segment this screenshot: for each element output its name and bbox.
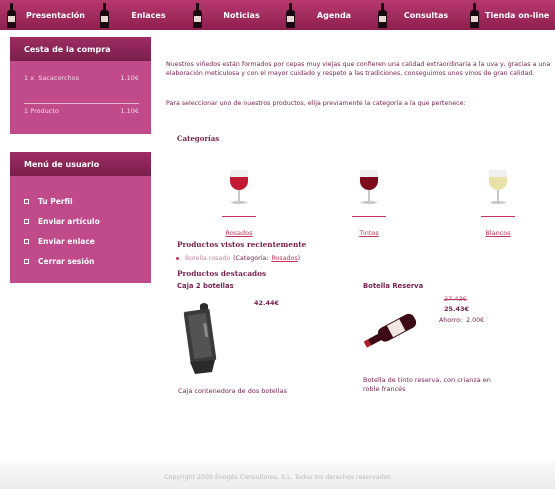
- product-title[interactable]: Caja 2 botellas: [177, 282, 234, 290]
- recent-category-label: (Categoría:: [233, 255, 269, 262]
- wine-box-image[interactable]: [178, 302, 230, 376]
- recent-product-link[interactable]: Botella rosado: [185, 255, 230, 262]
- nav-item-enlaces[interactable]: Enlaces: [93, 0, 186, 30]
- nav-item-noticias[interactable]: Noticias: [186, 0, 279, 30]
- recent-category-link[interactable]: Rosados: [271, 255, 297, 262]
- category-link-blancos[interactable]: Blancos: [481, 229, 515, 237]
- product-savings: Ahorro: 2.00€: [439, 317, 484, 324]
- cart-summary-price: 1.10€: [120, 107, 139, 115]
- page: Presentación Enlaces Noticias Agenda Con…: [0, 0, 555, 489]
- cart-item-price: 1.10€: [120, 74, 139, 82]
- cart-item-qty: 1 x: [24, 74, 35, 82]
- divider: [481, 216, 515, 217]
- cart-item-name: 1 x Sacacorchos: [24, 74, 79, 82]
- nav-label: Noticias: [223, 10, 260, 20]
- product-title[interactable]: Botella Reserva: [363, 282, 423, 290]
- user-menu-label: Enviar artículo: [38, 216, 100, 226]
- footer-copyright: Copyright 2009 Enogés Consultores, S.L. …: [164, 474, 391, 481]
- wine-bottle-image[interactable]: [362, 312, 422, 350]
- user-menu-item-enviar-articulo[interactable]: Enviar artículo: [24, 211, 100, 231]
- user-menu-list: Tu Perfil Enviar artículo Enviar enlace …: [24, 191, 100, 271]
- wine-bottle-icon: [470, 3, 480, 28]
- nav-item-presentacion[interactable]: Presentación: [0, 0, 93, 30]
- cart-title: Cesta de la compra: [10, 37, 151, 61]
- product-description: Botella de tinto reserva, con crianza en…: [363, 376, 491, 393]
- recent-category-close: ): [297, 255, 301, 262]
- nav-item-tienda-online[interactable]: Tienda on-line: [463, 0, 555, 30]
- recent-products-title: Productos vistos recientemente: [177, 240, 307, 249]
- cart-summary-label: 1 Producto: [24, 107, 59, 115]
- nav-item-agenda[interactable]: Agenda: [279, 0, 371, 30]
- user-menu-item-cerrar-sesion[interactable]: Cerrar sesión: [24, 251, 100, 271]
- nav-label: Tienda on-line: [485, 10, 550, 20]
- product-price: 25.43€: [444, 305, 470, 313]
- user-menu-label: Enviar enlace: [38, 236, 95, 246]
- user-menu-item-perfil[interactable]: Tu Perfil: [24, 191, 100, 211]
- wine-glass-rosados-icon[interactable]: [227, 170, 251, 212]
- user-menu-title: Menú de usuario: [10, 152, 151, 176]
- featured-products-title: Productos destacados: [177, 269, 267, 278]
- category-link-tintos[interactable]: Tintos: [352, 229, 386, 237]
- wine-glass-blancos-icon[interactable]: [486, 170, 510, 212]
- bullet-square-icon: [24, 238, 29, 244]
- nav-label: Agenda: [316, 10, 352, 20]
- wine-fill: [360, 177, 378, 190]
- nav-label: Consultas: [403, 10, 449, 20]
- product-description: Caja contenedora de dos botellas: [178, 387, 287, 395]
- bullet-square-icon: [24, 218, 29, 224]
- wine-glass-tintos-icon[interactable]: [357, 170, 381, 212]
- product-price: 42.44€: [254, 299, 280, 307]
- nav-label: Presentación: [25, 10, 85, 20]
- savings-label: Ahorro:: [439, 317, 463, 324]
- bullet-square-icon: [24, 258, 29, 264]
- user-menu-box: Menú de usuario Tu Perfil Enviar artícul…: [10, 152, 151, 283]
- wine-bottle-icon: [100, 3, 110, 28]
- user-menu-label: Cerrar sesión: [38, 256, 95, 266]
- wine-bottle-icon: [378, 3, 388, 28]
- savings-value: 2.00€: [466, 317, 485, 324]
- nav-label: Enlaces: [131, 10, 166, 20]
- wine-fill: [489, 177, 507, 190]
- recent-product-item: Botella rosado (Categoría: Rosados ): [176, 255, 300, 262]
- wine-bottle-icon: [193, 3, 203, 28]
- divider: [222, 216, 256, 217]
- cart-item-row[interactable]: 1 x Sacacorchos 1.10€: [24, 74, 139, 82]
- intro-text: Nuestros viñedos están formados por cepa…: [166, 61, 551, 77]
- user-menu-item-enviar-enlace[interactable]: Enviar enlace: [24, 231, 100, 251]
- bullet-icon: [176, 257, 179, 260]
- user-menu-label: Tu Perfil: [38, 196, 73, 206]
- cart-summary-row[interactable]: 1 Producto 1.10€: [24, 107, 139, 115]
- bullet-square-icon: [24, 198, 29, 204]
- wine-bottle-icon: [7, 3, 17, 28]
- cart-item-label: Sacacorchos: [38, 74, 80, 82]
- nav-item-consultas[interactable]: Consultas: [371, 0, 463, 30]
- cart-divider: [24, 103, 139, 104]
- main-nav: Presentación Enlaces Noticias Agenda Con…: [0, 0, 555, 30]
- category-link-rosados[interactable]: Rosados: [222, 229, 256, 237]
- wine-fill: [230, 177, 248, 190]
- product-old-price: 27.43€: [444, 295, 467, 303]
- wine-bottle-icon: [286, 3, 296, 28]
- categories-title: Categorías: [177, 134, 220, 143]
- select-category-text: Para seleccionar uno de nuestros product…: [166, 100, 466, 107]
- cart-box: Cesta de la compra 1 x Sacacorchos 1.10€…: [10, 37, 151, 134]
- divider: [352, 216, 386, 217]
